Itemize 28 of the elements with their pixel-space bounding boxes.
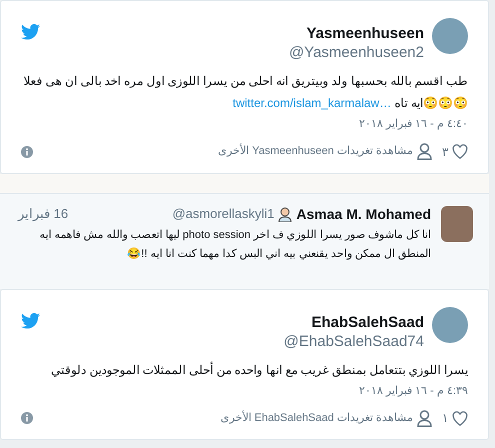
reply-text: انا كل ماشوف صور يسرا اللوزي ف اخر photo session ليها اتعصب والله مش فاهمه ايه المنطق ال ممكن واحد يقنعني بيه اني البس كدا مهما كنت انا ايه !!😂 — [38, 228, 431, 262]
user-handle[interactable]: @asmorellaskyli1 — [172, 204, 274, 224]
info-icon[interactable] — [21, 146, 33, 158]
user-name[interactable]: Yasmeenhuseen — [306, 24, 424, 43]
tweet-timestamp[interactable]: ٤:٤٠ م - ١٦ فبراير ٢٠١٨ — [21, 116, 468, 132]
user-handle[interactable]: @Yasmeenhuseen2 — [288, 43, 424, 62]
person-icon — [417, 410, 432, 426]
other-tweets-link[interactable]: مشاهدة تغريدات Yasmeenhuseen الأخرى — [218, 143, 413, 160]
user-name[interactable]: Asmaa M. Mohamed — [296, 204, 431, 224]
reply-date[interactable]: 16 فبراير — [18, 204, 68, 224]
tweet-timestamp[interactable]: ٤:٣٩ م - ١٦ فبراير ٢٠١٨ — [21, 382, 468, 399]
tweet-text: يسرا اللوزي بتتعامل بمنطق غريب مع انها واحده من أحلى الممثلات الموجودين دلوقتي — [50, 360, 468, 379]
like-count: ١ — [442, 410, 448, 427]
avatar[interactable] — [432, 18, 468, 54]
bird-icon[interactable] — [21, 312, 40, 328]
tweet-link[interactable]: twitter.com/islam_karmalaw… — [232, 96, 392, 110]
like-count: ٣ — [442, 144, 448, 160]
person-icon — [417, 143, 432, 160]
user-name[interactable]: EhabSalehSaad — [311, 312, 424, 332]
heart-icon[interactable] — [452, 144, 468, 159]
user-handle[interactable]: @EhabSalehSaad74 — [284, 332, 424, 350]
info-icon[interactable] — [21, 412, 33, 424]
heart-icon[interactable] — [452, 410, 468, 426]
person-icon — [278, 206, 292, 222]
avatar[interactable] — [441, 206, 473, 242]
other-tweets-link[interactable]: مشاهدة تغريدات EhabSalehSaad الأخرى — [220, 410, 413, 426]
avatar[interactable] — [432, 306, 468, 342]
bird-icon[interactable] — [21, 24, 40, 40]
